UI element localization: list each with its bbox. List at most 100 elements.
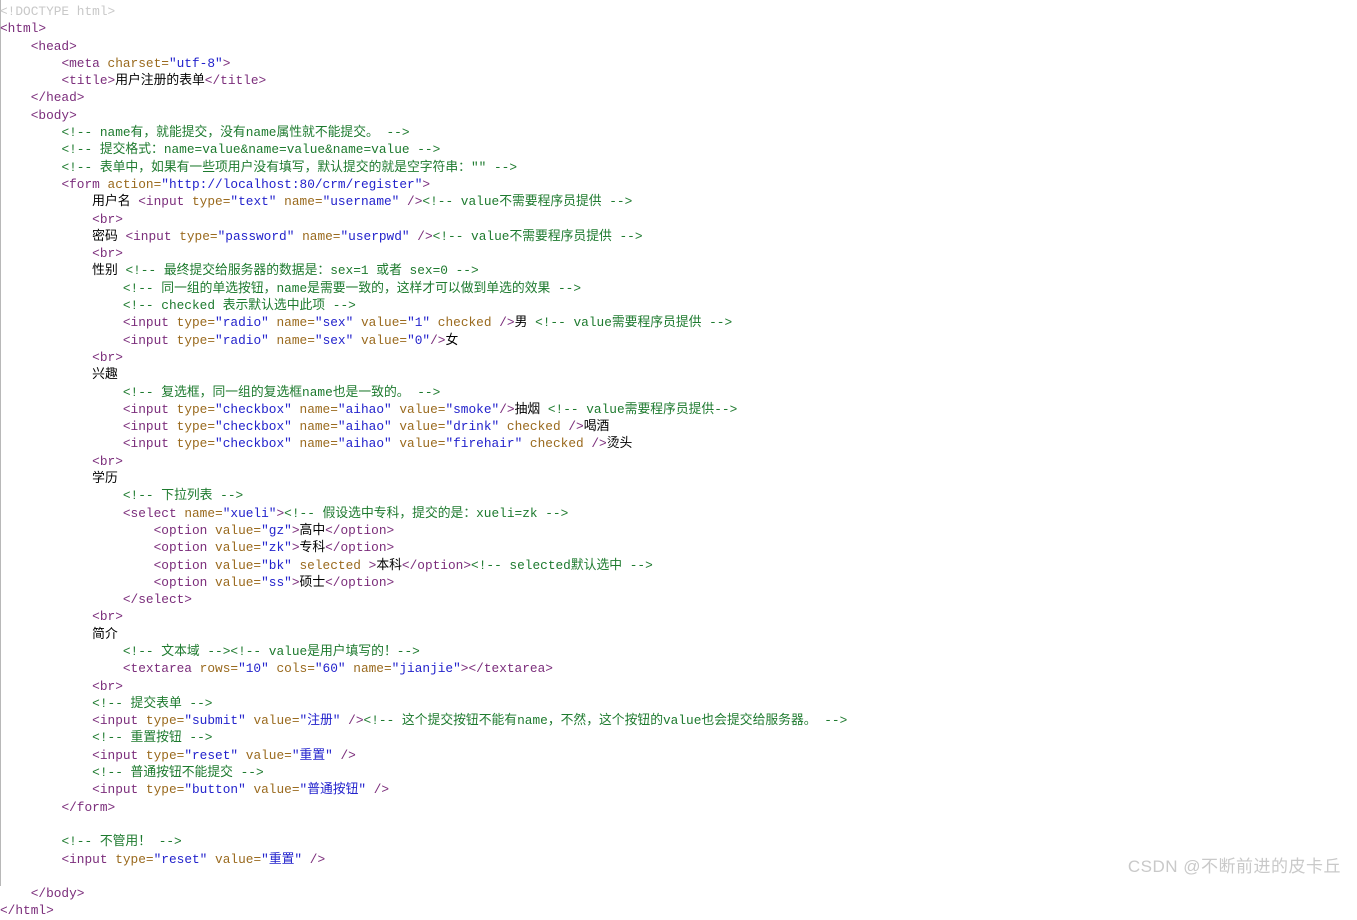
code-token-tag: <meta xyxy=(61,55,108,71)
code-token-value: "password" xyxy=(217,228,295,244)
code-token-attr: name= xyxy=(291,401,338,417)
code-token-value: "普通按钮" xyxy=(299,782,367,798)
code-token-comment: <!-- 最终提交给服务器的数据是：sex=1 或者 sex=0 --> xyxy=(125,263,479,279)
code-token-tag: </option> xyxy=(325,522,395,538)
code-line: </form> xyxy=(0,799,847,816)
code-token-value: "jianjie" xyxy=(391,661,461,677)
code-line: <!-- 提交格式：name=value&name=value&name=val… xyxy=(0,141,847,158)
code-token-attr: action= xyxy=(107,176,162,192)
code-token-tag: <html> xyxy=(0,21,47,37)
code-line: <!-- 不管用！ --> xyxy=(0,833,847,850)
code-token-value: "aihao" xyxy=(337,401,392,417)
code-line: <!-- 重置按钮 --> xyxy=(0,729,847,746)
code-token-tag: <input xyxy=(122,315,177,331)
code-token-tag: </title> xyxy=(204,73,267,89)
code-line: <body> xyxy=(0,107,847,124)
code-token-tag: > xyxy=(291,574,300,590)
code-token-value: "utf-8" xyxy=(168,55,223,71)
code-token-text: 用户注册的表单 xyxy=(115,73,205,89)
code-token-value: "aihao" xyxy=(337,436,392,452)
code-token-comment: <!-- value不需要程序员提供 --> xyxy=(432,228,643,244)
code-token-tag: /> xyxy=(366,782,390,798)
code-token-tag: /> xyxy=(340,713,364,729)
code-token-attr: type= xyxy=(115,851,154,867)
code-line: <input type="checkbox" name="aihao" valu… xyxy=(0,435,847,452)
code-line: </select> xyxy=(0,591,847,608)
code-token-comment: <!-- 表单中，如果有一些项用户没有填写，默认提交的就是空字符串："" --> xyxy=(61,159,518,175)
code-token-tag: <option xyxy=(153,522,216,538)
code-line: <!-- 普通按钮不能提交 --> xyxy=(0,764,847,781)
code-token-attr: value= xyxy=(238,747,292,763)
code-token-tag: > xyxy=(291,540,300,556)
code-token-value: "aihao" xyxy=(337,419,392,435)
code-token-tag: <br> xyxy=(92,246,123,262)
code-token-tag: /> xyxy=(583,436,607,452)
code-token-tag: <select xyxy=(122,505,185,521)
code-token-value: "reset" xyxy=(153,851,208,867)
code-token-value: "userpwd" xyxy=(340,228,410,244)
code-token-attr: type= xyxy=(176,401,216,417)
code-token-attr: charset= xyxy=(107,55,169,71)
code-line: <!-- 文本域 --><!-- value是用户填写的！--> xyxy=(0,643,847,660)
csdn-watermark: CSDN @不断前进的皮卡丘 xyxy=(1127,857,1341,876)
code-token-attr: name= xyxy=(291,436,338,452)
code-token-value: "checkbox" xyxy=(215,401,292,417)
code-token-text: 兴趣 xyxy=(92,367,118,383)
code-token-value: "text" xyxy=(230,194,277,210)
code-token-tag: /> xyxy=(430,332,446,348)
code-token-value: "sex" xyxy=(314,332,354,348)
code-token-comment: <!-- 下拉列表 --> xyxy=(122,488,244,504)
code-token-attr: type= xyxy=(176,419,216,435)
code-token-tag: <input xyxy=(92,782,146,798)
code-token-comment: <!-- 普通按钮不能提交 --> xyxy=(92,765,264,781)
code-token-attr: value= xyxy=(215,522,262,538)
code-line: <form action="http://localhost:80/crm/re… xyxy=(0,176,847,193)
code-token-comment: <!-- 复选框，同一组的复选框name也是一致的。 --> xyxy=(122,384,441,400)
code-token-attr: selected xyxy=(291,557,369,573)
code-line: <input type="checkbox" name="aihao" valu… xyxy=(0,401,847,418)
code-token-tag: <input xyxy=(122,401,177,417)
code-token-attr: type= xyxy=(145,782,185,798)
code-token-tag: /> xyxy=(491,315,515,331)
code-token-text: 硕士 xyxy=(299,574,326,590)
code-token-comment: <!-- 提交格式：name=value&name=value&name=val… xyxy=(61,142,441,158)
code-token-comment: <!-- 重置按钮 --> xyxy=(92,730,213,746)
code-token-tag: <br> xyxy=(92,349,123,365)
code-token-attr: value= xyxy=(245,713,300,729)
code-token-value: "radio" xyxy=(215,332,269,348)
code-line: <br> xyxy=(0,211,847,228)
code-line: 密码 <input type="password" name="userpwd"… xyxy=(0,228,847,245)
code-token-value: "1" xyxy=(407,315,431,331)
code-line: <input type="radio" name="sex" value="0"… xyxy=(0,332,847,349)
code-token-attr: name= xyxy=(276,194,323,210)
code-token-tag: /> xyxy=(302,851,326,867)
code-line: <option value="gz">高中</option> xyxy=(0,522,847,539)
code-token-tag: > xyxy=(422,176,431,192)
code-token-tag: <input xyxy=(125,228,180,244)
code-token-tag: </option> xyxy=(325,540,395,556)
code-token-tag: /> xyxy=(560,419,584,435)
code-token-tag: </option> xyxy=(325,574,395,590)
code-token-attr: value= xyxy=(215,574,262,590)
code-token-comment: <!-- 这个提交按钮不能有name，不然，这个按钮的value也会提交给服务器… xyxy=(363,713,848,729)
code-line: <br> xyxy=(0,349,847,366)
code-token-attr: checked xyxy=(430,315,492,331)
code-line: <option value="ss">硕士</option> xyxy=(0,574,847,591)
code-token-tag: ></textarea> xyxy=(460,661,553,677)
